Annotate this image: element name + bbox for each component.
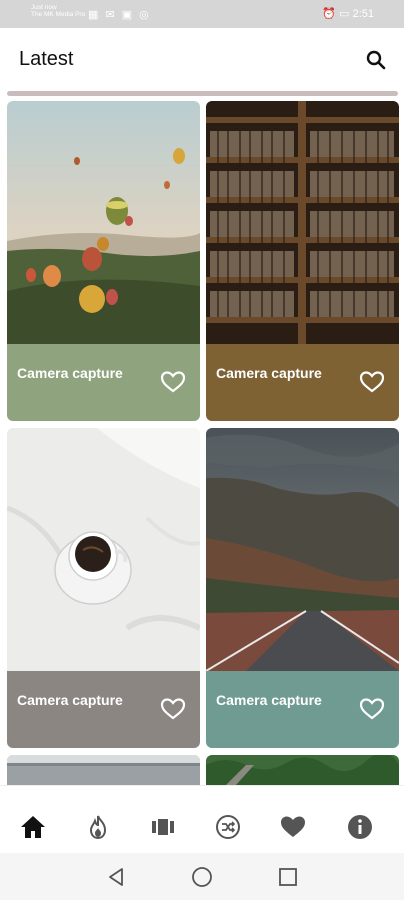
app-bar: Latest [0,28,404,88]
battery-icon: ▭ [339,8,350,20]
card-caption-bar: Camera capture [206,344,399,421]
home-circle-icon[interactable] [190,865,214,889]
home-icon[interactable] [19,813,47,841]
page-title: Latest [19,48,74,70]
card-caption: Camera capture [216,365,322,381]
building-photo [7,755,200,785]
mountain-road-photo [206,428,399,671]
card-caption: Camera capture [216,692,322,708]
heart-outline-icon[interactable] [160,370,186,394]
wallpaper-card[interactable]: Camera capture [206,101,399,421]
status-bar: Just now The MK Media Pro ▦ ✉ ▣ ◎ ⏰ ▭ 2:… [0,0,404,28]
bottom-navigation [0,785,404,853]
balloons-photo [7,101,200,344]
wallpaper-card-partial[interactable] [206,755,399,785]
back-icon[interactable] [104,865,128,889]
heart-outline-icon[interactable] [359,697,385,721]
status-time: ⏰ ▭ 2:51 [322,8,374,20]
bookshelves-photo [206,101,399,344]
heart-icon[interactable] [279,813,307,841]
card-caption: Camera capture [17,692,123,708]
card-caption-bar: Camera capture [206,671,399,748]
alarm-icon: ⏰ [322,8,337,20]
heart-outline-icon[interactable] [359,370,385,394]
gallery-icon[interactable] [149,813,177,841]
coffee-photo [7,428,200,671]
recents-icon[interactable] [276,865,300,889]
status-icons: ▦ ✉ ▣ ◎ [88,9,151,21]
scroll-divider [7,91,398,96]
shuffle-icon[interactable] [214,813,242,841]
wallpaper-card-partial[interactable] [7,755,200,785]
card-caption-bar: Camera capture [7,344,200,421]
wallpaper-card[interactable]: Camera capture [7,428,200,748]
wallpaper-card[interactable]: Camera capture [7,101,200,421]
card-caption-bar: Camera capture [7,671,200,748]
heart-outline-icon[interactable] [160,697,186,721]
search-icon[interactable] [364,48,388,72]
info-icon[interactable] [346,813,374,841]
card-caption: Camera capture [17,365,123,381]
status-notification-text: Just now The MK Media Pro [31,4,86,18]
forest-photo [206,755,399,785]
fire-icon[interactable] [84,813,112,841]
wallpaper-card[interactable]: Camera capture [206,428,399,748]
